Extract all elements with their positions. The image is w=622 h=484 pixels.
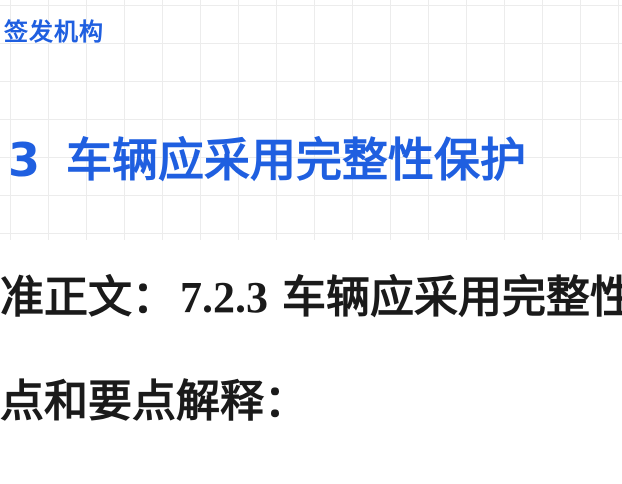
section-number: 3 xyxy=(8,133,41,187)
clause-number: 7.2.3 xyxy=(180,273,268,322)
key-points-heading: 点和要点解释： xyxy=(0,376,308,427)
clause-text: 车辆应采用完整性保护 xyxy=(282,272,622,323)
standard-text-line: 准正文：7.2.3 车辆应采用完整性保护 xyxy=(0,268,622,328)
section-heading: 3 车辆应采用完整性保护 xyxy=(8,128,622,192)
section-title: 车辆应采用完整性保护 xyxy=(66,133,527,187)
document-page: 签发机构 3 车辆应采用完整性保护 准正文：7.2.3 车辆应采用完整性保护 点和要… xyxy=(0,0,622,484)
standard-prefix: 准正文： xyxy=(0,272,176,323)
issuing-organization-label: 签发机构 xyxy=(4,18,104,46)
